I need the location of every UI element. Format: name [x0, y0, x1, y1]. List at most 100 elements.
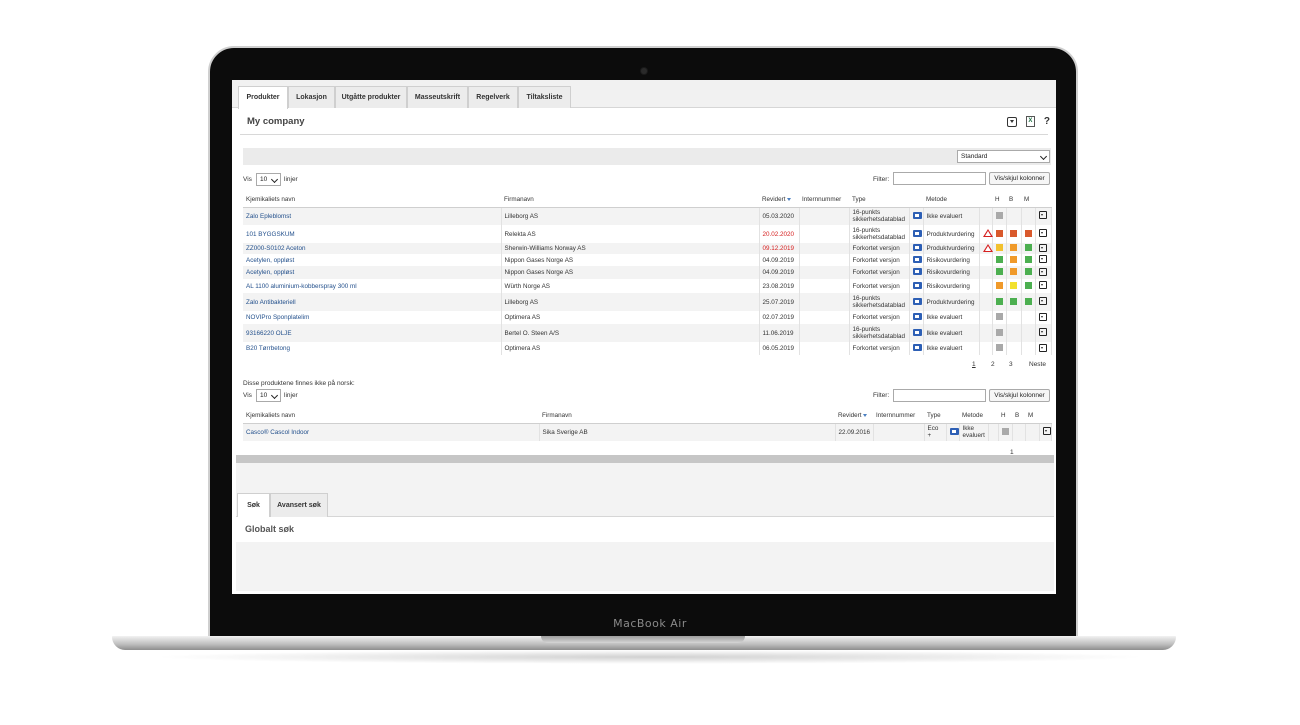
h-cell — [992, 324, 1007, 342]
m-cell — [1021, 279, 1036, 293]
col-header-internal[interactable]: Internnummer — [873, 409, 924, 424]
page-link-2[interactable]: 2 — [991, 361, 995, 368]
firm-cell: Relekta AS — [501, 225, 760, 243]
next-page-link[interactable]: Neste — [1029, 361, 1046, 368]
product-name-link[interactable]: 101 BYGGSKUM — [243, 225, 502, 243]
global-search-panel — [236, 517, 1054, 542]
excel-export-icon[interactable]: X — [1025, 116, 1035, 127]
method-cell: Ikke evaluert — [923, 324, 980, 342]
non-norwegian-caption: Disse produktene finnes ikke på norsk: — [243, 380, 355, 387]
col-header-warn — [979, 193, 992, 208]
document-icon[interactable] — [912, 297, 922, 305]
page-link-3[interactable]: 3 — [1009, 361, 1013, 368]
document-icon[interactable] — [912, 255, 922, 263]
col-header-internal[interactable]: Internnummer — [799, 193, 849, 208]
page-size-select-2[interactable]: 10 — [256, 389, 281, 402]
row-menu-icon[interactable] — [1038, 211, 1047, 220]
product-name-link[interactable]: 93166220 OLJE — [243, 324, 502, 342]
document-icon[interactable] — [912, 344, 922, 351]
document-icon[interactable] — [912, 313, 922, 320]
document-icon[interactable] — [912, 211, 922, 219]
row-menu-icon[interactable] — [1038, 267, 1047, 276]
action-cell — [1035, 342, 1052, 355]
action-cell — [1035, 225, 1052, 243]
product-name-link[interactable]: Acetylen, oppløst — [243, 254, 502, 266]
internal-cell — [799, 311, 850, 324]
row-menu-icon[interactable] — [1038, 312, 1047, 321]
document-icon[interactable] — [912, 229, 922, 237]
tab-avansert-sok[interactable]: Avansert søk — [270, 493, 328, 517]
divider — [240, 134, 1048, 135]
view-select[interactable]: Standard — [957, 150, 1050, 163]
hazard-square-icon — [1009, 297, 1017, 305]
row-menu-icon[interactable] — [1038, 229, 1047, 237]
hazard-square-icon — [1009, 244, 1017, 251]
b-cell — [1006, 311, 1022, 324]
tab-sok[interactable]: Søk — [237, 493, 270, 517]
col-header-revised[interactable]: Revidert — [835, 409, 873, 424]
h-cell — [992, 279, 1007, 293]
product-name-link[interactable]: Acetylen, oppløst — [243, 266, 502, 279]
col-header-method[interactable]: Metode — [959, 409, 988, 424]
col-header-firm[interactable]: Firmanavn — [501, 193, 759, 208]
product-name-link[interactable]: Casco® Cascol Indoor — [243, 423, 540, 441]
product-name-link[interactable]: Zalo Antibakteriell — [243, 293, 502, 311]
hazard-square-icon — [1024, 268, 1032, 275]
product-name-link[interactable]: Zalo Epleblomst — [243, 207, 502, 225]
col-header-revised[interactable]: Revidert — [759, 193, 799, 208]
action-cell — [1035, 293, 1052, 311]
document-icon[interactable] — [949, 427, 959, 435]
col-header-name[interactable]: Kjemikaliets navn — [243, 409, 539, 424]
tab-masseutskrift[interactable]: Masseutskrift — [407, 86, 468, 108]
document-icon[interactable] — [912, 244, 922, 251]
internal-cell — [799, 254, 850, 266]
col-header-method[interactable]: Metode — [923, 193, 979, 208]
col-header-name[interactable]: Kjemikaliets navn — [243, 193, 501, 208]
toggle-columns-button[interactable]: Vis/skjul kolonner — [989, 172, 1050, 185]
document-icon[interactable] — [912, 328, 922, 336]
dropdown-menu-icon[interactable] — [1006, 116, 1017, 127]
revised-cell: 05.03.2020 — [759, 207, 800, 225]
tab-utgatte-produkter[interactable]: Utgåtte produkter — [335, 86, 407, 108]
toggle-columns-button-2[interactable]: Vis/skjul kolonner — [989, 389, 1050, 402]
filter-input-2[interactable] — [893, 389, 986, 402]
row-menu-icon[interactable] — [1038, 328, 1047, 336]
sort-desc-icon — [787, 198, 792, 202]
page-link-1[interactable]: 1 — [972, 361, 976, 368]
tab-lokasjon[interactable]: Lokasjon — [288, 86, 335, 108]
product-name-link[interactable]: AL 1100 aluminium-kobberspray 300 ml — [243, 279, 502, 293]
revised-cell: 04.09.2019 — [759, 254, 800, 266]
tab-produkter[interactable]: Produkter — [238, 86, 288, 109]
row-menu-icon[interactable] — [1042, 427, 1051, 436]
row-menu-icon[interactable] — [1038, 297, 1047, 305]
tab-tiltaksliste[interactable]: Tiltaksliste — [518, 86, 571, 108]
global-search-title: Globalt søk — [245, 524, 295, 534]
doc-cell — [909, 225, 924, 243]
action-cell — [1039, 423, 1052, 441]
internal-cell — [799, 279, 850, 293]
product-name-link[interactable]: B20 Tørrbetong — [243, 342, 502, 355]
firm-cell: Sherwin-Williams Norway AS — [501, 243, 760, 254]
warn-cell — [979, 254, 993, 266]
product-name-link[interactable]: NOVIPro Sponplatelim — [243, 311, 502, 324]
row-menu-icon[interactable] — [1038, 343, 1047, 352]
method-cell: Ikke evaluert — [959, 423, 989, 441]
table-row: Casco® Cascol Indoor Sika Sverige AB 22.… — [243, 423, 1052, 441]
document-icon[interactable] — [912, 268, 922, 275]
hazard-square-icon — [1009, 281, 1017, 289]
page-size-select[interactable]: 10 — [256, 173, 281, 186]
col-header-type[interactable]: Type — [924, 409, 946, 424]
tab-regelverk[interactable]: Regelverk — [468, 86, 518, 108]
help-icon[interactable]: ? — [1044, 116, 1050, 127]
row-menu-icon[interactable] — [1038, 255, 1047, 263]
col-header-type[interactable]: Type — [849, 193, 909, 208]
filter-input[interactable] — [893, 172, 986, 185]
warning-icon — [982, 229, 993, 237]
doc-cell — [909, 342, 924, 355]
document-icon[interactable] — [912, 281, 922, 289]
row-menu-icon[interactable] — [1038, 243, 1047, 252]
row-menu-icon[interactable] — [1038, 281, 1047, 289]
col-header-firm[interactable]: Firmanavn — [539, 409, 835, 424]
warn-cell — [979, 266, 993, 279]
product-name-link[interactable]: ZZ000-S0102 Aceton — [243, 243, 502, 254]
